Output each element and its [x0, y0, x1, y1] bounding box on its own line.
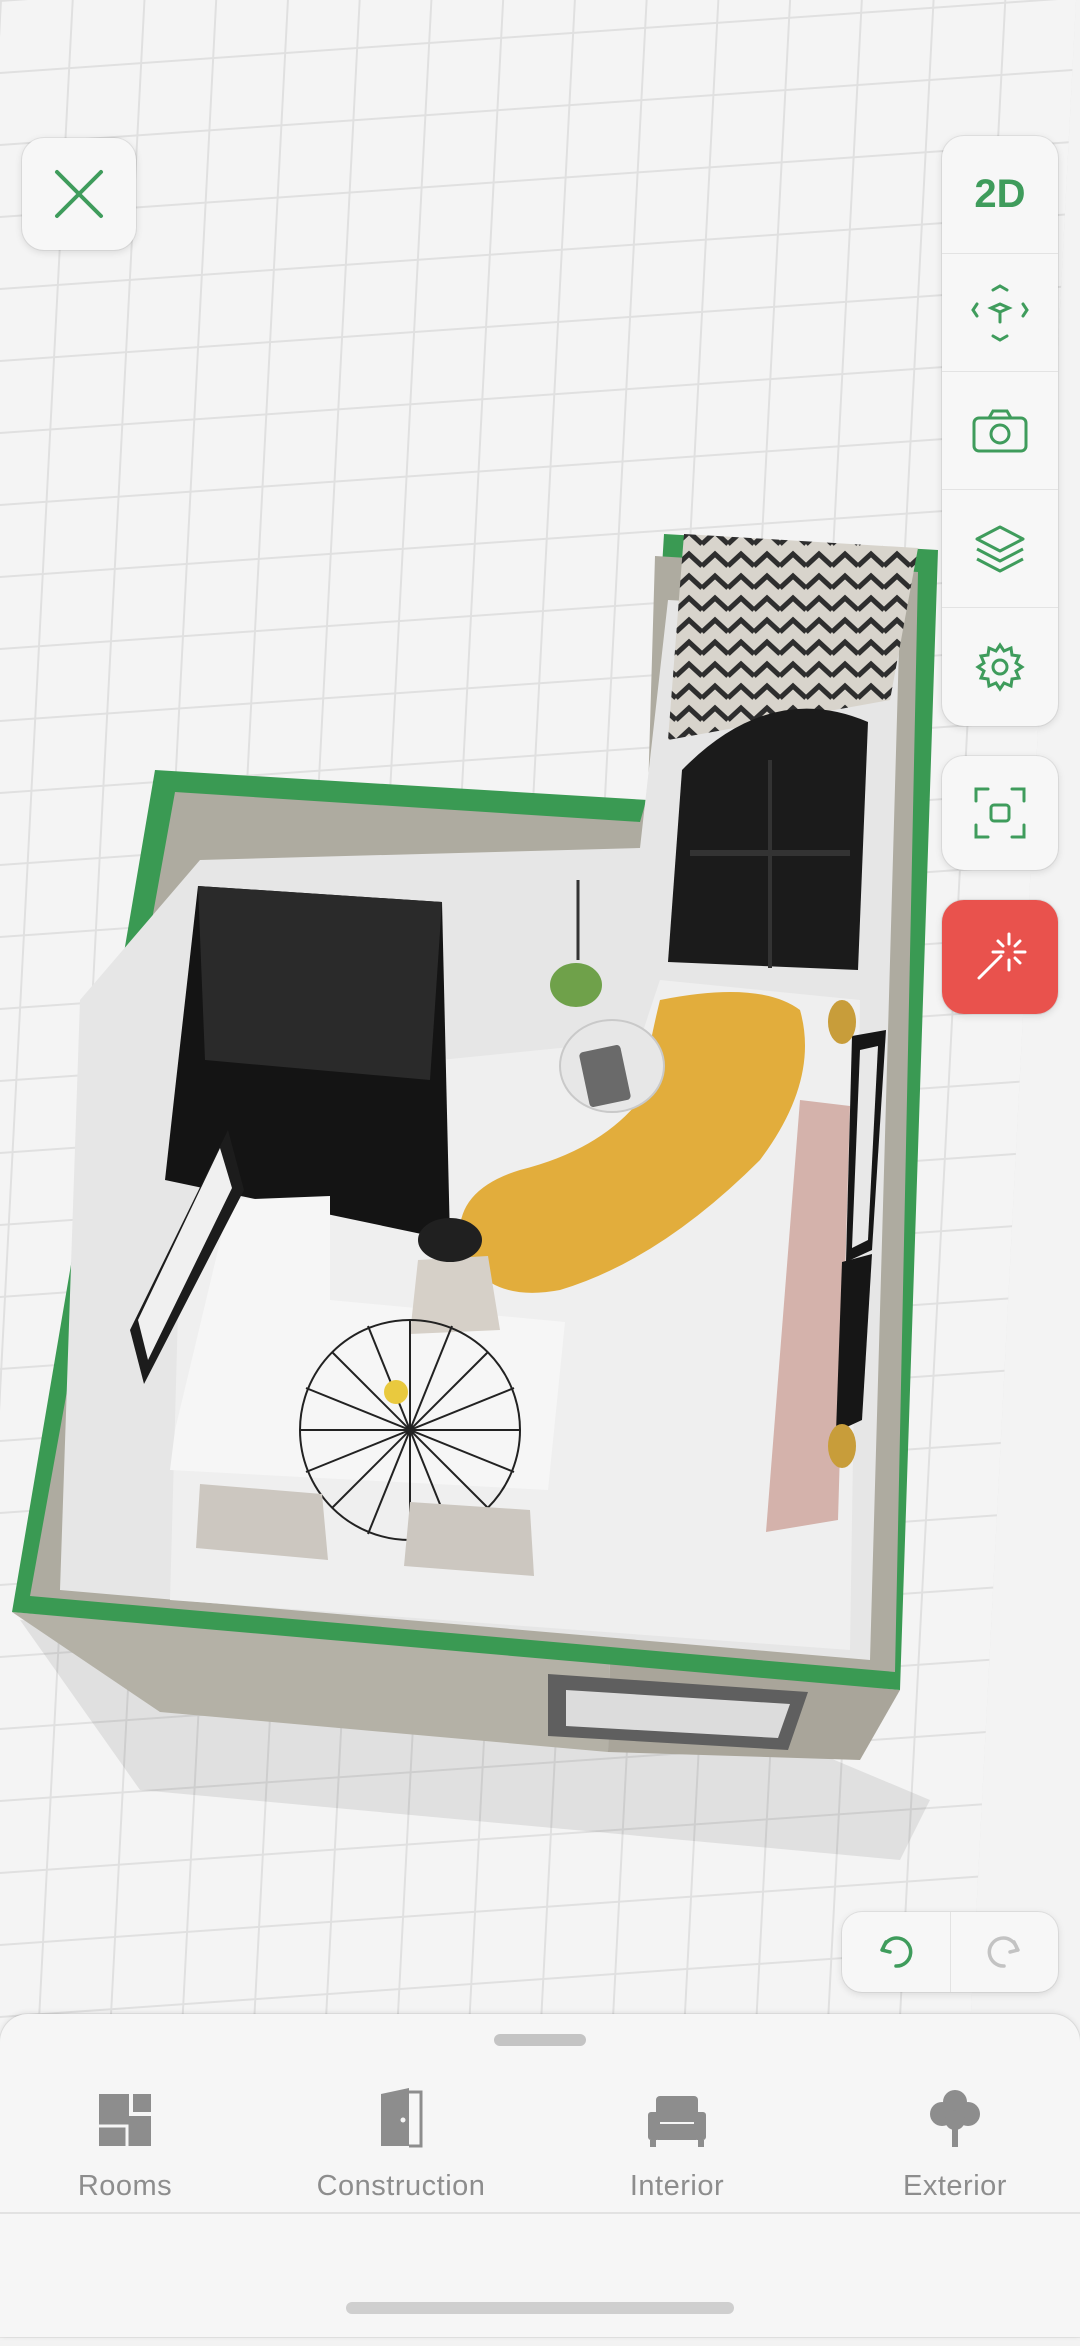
bottom-catalog-panel: Rooms Construction Interior Exterior — [0, 2014, 1080, 2337]
panel-divider — [0, 2212, 1080, 2214]
redo-button[interactable] — [949, 1912, 1059, 1992]
view-2d-toggle[interactable]: 2D — [942, 136, 1058, 254]
magic-design-button[interactable] — [942, 900, 1058, 1014]
tab-label: Construction — [316, 2170, 486, 2202]
tab-label: Exterior — [903, 2170, 1007, 2202]
fit-view-icon — [971, 283, 1029, 342]
tab-exterior[interactable]: Exterior — [830, 2074, 1080, 2224]
fit-view-button[interactable] — [942, 254, 1058, 372]
catalog-tabs: Rooms Construction Interior Exterior — [0, 2074, 1080, 2224]
ar-view-button[interactable] — [942, 756, 1058, 870]
hanging-plant — [550, 963, 602, 1007]
camera-icon — [972, 409, 1028, 452]
layers-button[interactable] — [942, 490, 1058, 608]
camera-button[interactable] — [942, 372, 1058, 490]
tab-construction[interactable]: Construction — [276, 2074, 526, 2224]
undo-button[interactable] — [842, 1912, 950, 1992]
close-button[interactable] — [22, 138, 136, 250]
undo-redo-group — [842, 1912, 1058, 1992]
redo-icon — [987, 1936, 1020, 1968]
door-icon — [381, 2088, 423, 2148]
tab-interior[interactable]: Interior — [552, 2074, 802, 2224]
layers-icon — [975, 525, 1025, 572]
settings-button[interactable] — [942, 608, 1058, 725]
undo-icon — [880, 1936, 913, 1968]
rooms-icon — [99, 2094, 151, 2146]
ar-scan-icon — [974, 787, 1026, 839]
tree-icon — [930, 2090, 980, 2147]
office-chair — [410, 1256, 500, 1334]
magic-wand-icon — [977, 932, 1027, 980]
close-icon — [55, 170, 103, 218]
armchair-icon — [648, 2096, 706, 2147]
tab-label: Interior — [629, 2170, 725, 2202]
tab-label: Rooms — [77, 2170, 173, 2202]
view-toolbar: 2D — [942, 136, 1058, 726]
home-indicator — [346, 2302, 734, 2314]
panel-drag-handle[interactable] — [494, 2034, 586, 2046]
dining-chair — [404, 1502, 534, 1576]
gear-icon — [975, 641, 1025, 692]
tab-rooms[interactable]: Rooms — [0, 2074, 250, 2224]
dining-chair — [196, 1484, 328, 1560]
